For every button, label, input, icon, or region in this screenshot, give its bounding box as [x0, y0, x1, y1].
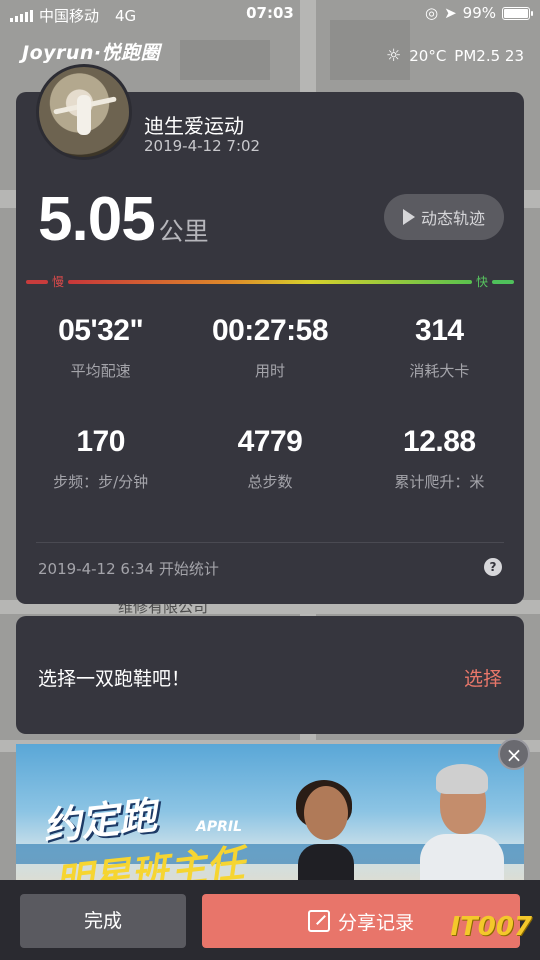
stat-label: 总步数 — [247, 473, 293, 491]
stat-duration: 00:27:58 用时 — [185, 314, 354, 381]
stat-label: 用时 — [254, 362, 285, 380]
ad-title: 约定跑 — [40, 793, 159, 849]
close-ad-icon[interactable]: × — [498, 738, 530, 770]
divider — [36, 542, 504, 543]
stat-value: 314 — [415, 314, 464, 347]
ad-man-image — [412, 764, 512, 894]
distance-value: 5.05 — [38, 185, 156, 254]
status-bar: 中国移动 4G 07:03 ◎ ➤ 99% — [0, 0, 540, 30]
lock-rotation-icon: ◎ — [424, 4, 439, 22]
dynamic-track-button[interactable]: 动态轨迹 — [384, 194, 504, 240]
temperature: 20°C — [409, 47, 447, 65]
location-icon: ➤ — [444, 4, 457, 22]
air-quality: PM2.5 23 — [454, 47, 524, 65]
stat-total-steps: 4779 总步数 — [185, 425, 354, 492]
stat-avg-pace: 05'32" 平均配速 — [16, 314, 185, 381]
avatar[interactable] — [36, 64, 132, 160]
stat-value: 05'32" — [58, 314, 144, 347]
run-date: 2019-4-12 7:02 — [144, 137, 261, 155]
stat-label: 平均配速 — [70, 362, 131, 380]
dynamic-track-label: 动态轨迹 — [420, 209, 485, 228]
battery-percent: 99% — [462, 4, 496, 22]
stats-grid: 05'32" 平均配速 00:27:58 用时 314 消耗大卡 170 步频：步/分钟… — [16, 314, 524, 492]
shoe-select-card[interactable]: 选择一双跑鞋吧！ 选择 — [16, 616, 524, 734]
pace-gradient-bar: 慢 快 — [26, 275, 514, 289]
share-icon — [307, 910, 330, 932]
done-button[interactable]: 完成 — [20, 894, 186, 948]
stat-value: 12.88 — [403, 425, 476, 458]
distance-unit: 公里 — [158, 217, 209, 246]
select-shoe-button[interactable]: 选择 — [464, 664, 502, 691]
share-record-label: 分享记录 — [337, 911, 414, 934]
stat-cadence: 170 步频：步/分钟 — [16, 425, 185, 492]
distance-display: 5.05 公里 — [38, 184, 209, 255]
shoe-prompt: 选择一双跑鞋吧！ — [38, 668, 191, 690]
pace-slow-label: 慢 — [52, 275, 65, 289]
stat-label: 步频：步/分钟 — [53, 473, 149, 491]
run-summary-card: 迪生爱运动 2019-4-12 7:02 5.05 公里 动态轨迹 慢 快 05… — [16, 64, 524, 604]
start-time-text: 2019-4-12 6:34 开始统计 — [38, 560, 219, 578]
ad-banner[interactable]: 约定跑 APRIL 明星班主任 — [16, 744, 524, 894]
play-icon — [402, 209, 415, 225]
help-icon[interactable]: ? — [484, 558, 502, 576]
battery-icon — [502, 6, 533, 20]
app-logo: Joyrun·悦跑圈 — [22, 42, 161, 64]
stat-calories: 314 消耗大卡 — [355, 314, 524, 381]
stat-label: 累计爬升：米 — [394, 473, 485, 491]
stat-value: 4779 — [237, 425, 303, 458]
ad-woman-image — [286, 780, 366, 894]
user-name: 迪生爱运动 — [144, 114, 244, 138]
stat-label: 消耗大卡 — [409, 362, 470, 380]
stat-elevation-gain: 12.88 累计爬升：米 — [355, 425, 524, 492]
stat-value: 00:27:58 — [211, 314, 329, 347]
sun-icon: ☼ — [385, 46, 402, 66]
weather-info: ☼ 20°C PM2.5 23 — [386, 46, 524, 66]
stat-value: 170 — [76, 425, 125, 458]
pace-fast-label: 快 — [475, 275, 488, 289]
watermark-logo: IT007 — [450, 912, 532, 942]
